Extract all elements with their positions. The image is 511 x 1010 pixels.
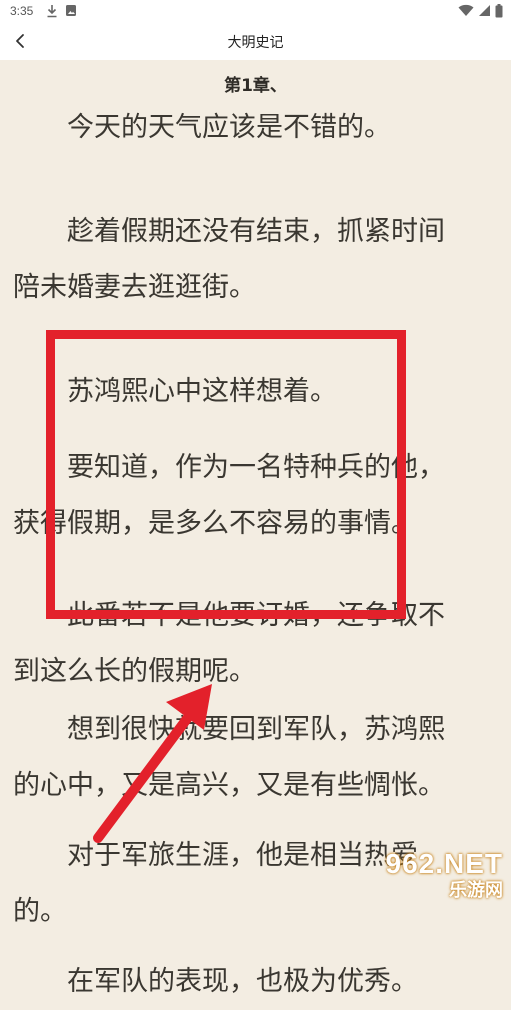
watermark-sub: 乐游网 (449, 880, 503, 900)
chapter-title: 第1章、 (224, 76, 287, 96)
paragraph: 苏鸿熙心中这样想着。 (67, 376, 337, 407)
site-watermark: 962.NET 乐游网 (386, 848, 504, 902)
watermark-main: 962.NET (385, 848, 503, 879)
app-title: 大明史记 (227, 35, 284, 51)
paragraph: 此番若不是他要订婚，还争取不到这么长的假期呢。 (13, 600, 445, 687)
status-time: 3:35 (10, 4, 34, 18)
battery-icon (495, 4, 503, 21)
status-bar: 3:35 (0, 0, 511, 22)
paragraph: 今天的天气应该是不错的。 (67, 112, 391, 143)
download-icon (46, 4, 58, 21)
wifi-icon (458, 4, 474, 20)
app-bar: 大明史记 (0, 22, 511, 60)
paragraph: 想到很快就要回到军队，苏鸿熙的心中，又是高兴，又是有些惆怅。 (13, 714, 445, 801)
cellular-signal-icon (478, 4, 491, 20)
paragraph: 在军队的表现，也极为优秀。 (67, 966, 418, 997)
image-notification-icon (65, 4, 77, 20)
paragraph: 要知道，作为一名特种兵的他，获得假期，是多么不容易的事情。 (13, 452, 445, 539)
paragraph: 趁着假期还没有结束，抓紧时间陪未婚妻去逛逛街。 (13, 216, 445, 303)
